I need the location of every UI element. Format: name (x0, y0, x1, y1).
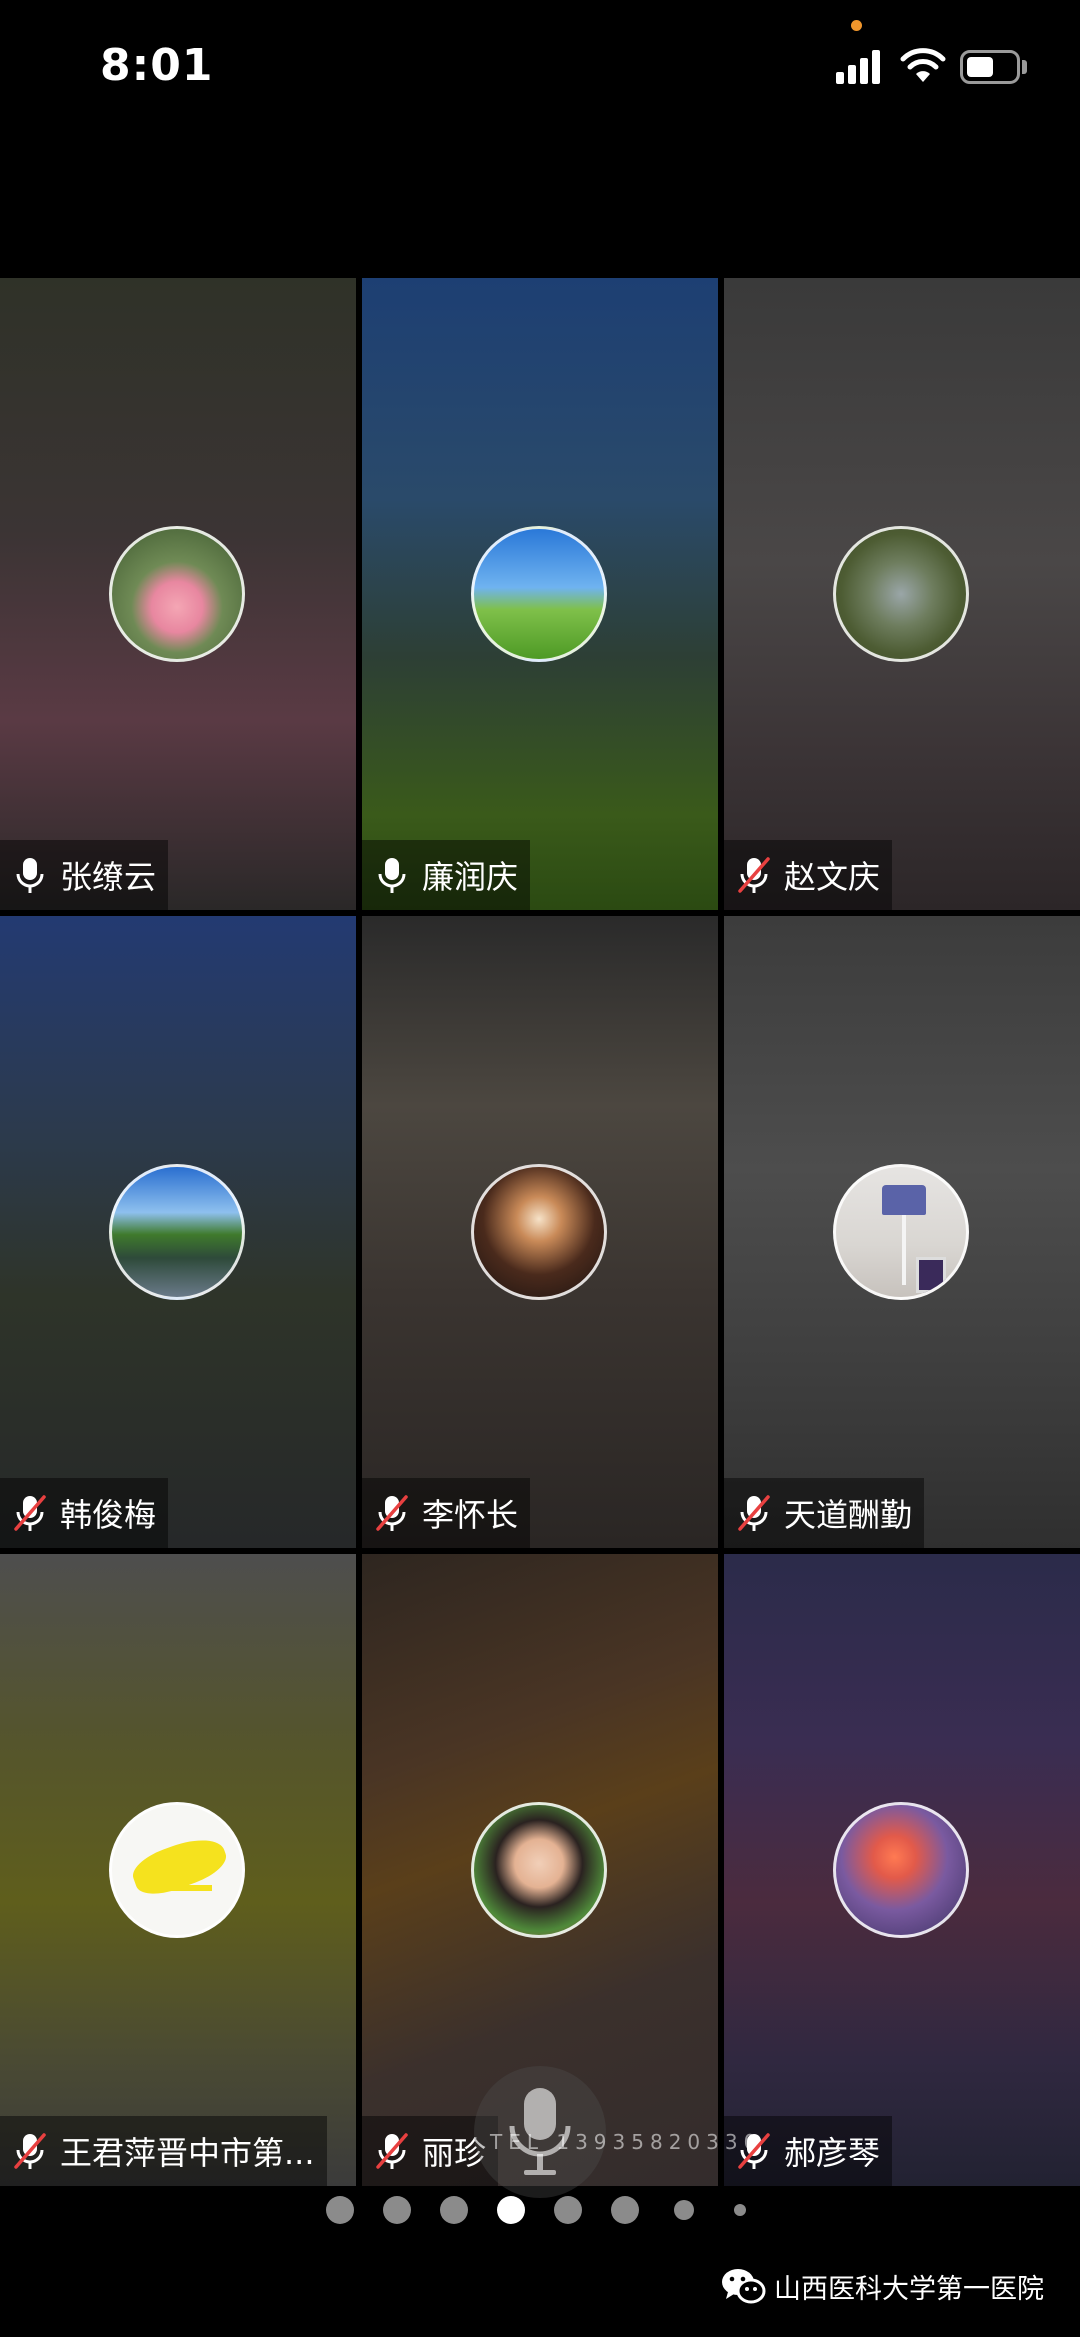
status-bar: 8:01 (0, 0, 1080, 130)
participant-tile[interactable]: 廉润庆 (362, 278, 718, 910)
wifi-icon (900, 48, 946, 82)
microphone-muted-icon (376, 2133, 408, 2169)
source-watermark: 山西医科大学第一医院 (720, 2266, 1044, 2306)
page-dot[interactable] (383, 2196, 411, 2224)
participant-name: 天道酬勤 (784, 1496, 913, 1534)
participant-name: 廉润庆 (422, 858, 519, 896)
name-tag: 天道酬勤 (724, 1478, 925, 1548)
page-dot[interactable] (554, 2196, 582, 2224)
participant-avatar (471, 1802, 607, 1938)
participant-avatar (109, 1164, 245, 1300)
participant-avatar (109, 1802, 245, 1938)
name-tag: 李怀长 (362, 1478, 531, 1548)
recording-indicator-dot (851, 20, 862, 31)
participant-name: 张缭云 (60, 858, 157, 896)
participant-tile[interactable]: 王君萍晋中市第... (0, 1554, 356, 2186)
participant-avatar (471, 1164, 607, 1300)
page-indicator[interactable] (0, 2196, 1080, 2226)
participant-avatar (833, 1802, 969, 1938)
page-dot[interactable] (674, 2200, 694, 2220)
microphone-muted-icon (738, 857, 770, 893)
status-time: 8:01 (100, 40, 214, 91)
tel-watermark: TEL 13935820330 (490, 2130, 763, 2154)
page-dot[interactable] (734, 2204, 746, 2216)
participant-name: 王君萍晋中市第... (60, 2134, 315, 2172)
page-dot[interactable] (440, 2196, 468, 2224)
participant-name: 赵文庆 (784, 858, 881, 896)
lamp-shade (882, 1185, 926, 1215)
microphone-muted-icon (14, 2133, 46, 2169)
video-grid: 张缭云 廉润庆 赵文庆 韩俊梅 李怀长 天道酬勤 王君萍晋中市第... 丽珍 郝… (0, 278, 1080, 2186)
battery-icon (960, 50, 1020, 84)
footer-text: 山西医科大学第一医院 (774, 2273, 1044, 2305)
microphone-icon (378, 858, 406, 893)
participant-tile[interactable]: 赵文庆 (724, 278, 1080, 910)
participant-tile[interactable]: 张缭云 (0, 278, 356, 910)
name-tag: 廉润庆 (362, 840, 531, 910)
microphone-muted-icon (738, 1495, 770, 1531)
giraffe-legs (142, 1885, 212, 1911)
participant-tile[interactable]: 郝彦琴 (724, 1554, 1080, 2186)
page-dot-active[interactable] (497, 2196, 525, 2224)
wechat-icon (722, 2269, 766, 2304)
name-tag: 赵文庆 (724, 840, 893, 910)
microphone-muted-icon (376, 1495, 408, 1531)
participant-avatar (471, 526, 607, 662)
participant-name: 韩俊梅 (60, 1496, 157, 1534)
participant-tile[interactable]: 天道酬勤 (724, 916, 1080, 1548)
participant-avatar (833, 1164, 969, 1300)
page-dot[interactable] (611, 2196, 639, 2224)
participant-tile[interactable]: 李怀长 (362, 916, 718, 1548)
name-tag: 王君萍晋中市第... (0, 2116, 327, 2186)
name-tag: 韩俊梅 (0, 1478, 169, 1548)
participant-tile[interactable]: 韩俊梅 (0, 916, 356, 1548)
name-tag: 张缭云 (0, 840, 169, 910)
microphone-muted-icon (14, 1495, 46, 1531)
page-dot[interactable] (326, 2196, 354, 2224)
picture-frame (916, 1257, 946, 1293)
participant-avatar (109, 526, 245, 662)
lamp-stand (902, 1215, 906, 1285)
signal-icon (836, 50, 882, 84)
battery-tip (1022, 60, 1027, 74)
participant-name: 郝彦琴 (784, 2134, 881, 2172)
participant-avatar (833, 526, 969, 662)
participant-name: 李怀长 (422, 1496, 519, 1534)
microphone-icon (16, 858, 44, 893)
